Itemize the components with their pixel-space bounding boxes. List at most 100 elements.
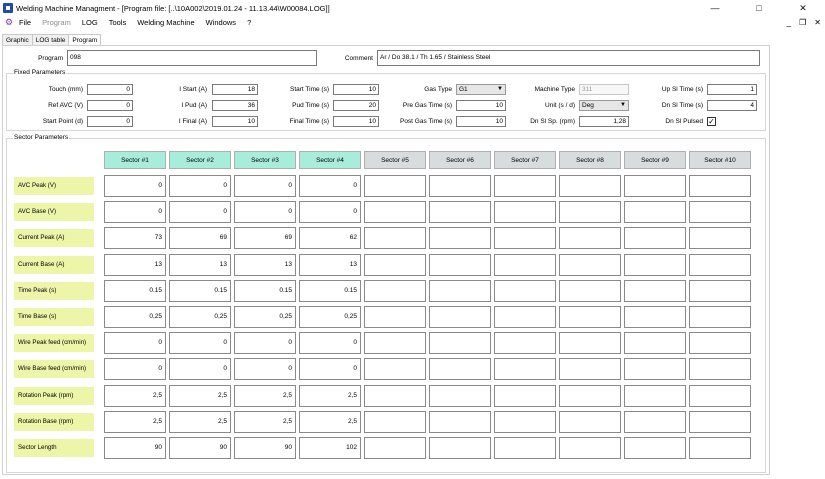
touch-field[interactable]: 0: [87, 84, 133, 95]
sector-cell[interactable]: 2,5: [104, 384, 166, 407]
sector-cell[interactable]: 73: [104, 227, 166, 250]
menu-tools[interactable]: Tools: [109, 18, 127, 27]
sector-cell[interactable]: [689, 227, 751, 250]
sector-cell[interactable]: [624, 358, 686, 381]
sector-cell[interactable]: [364, 279, 426, 302]
sector-cell[interactable]: 0.15: [169, 279, 231, 302]
tab-program[interactable]: Program: [68, 34, 102, 45]
sector-cell[interactable]: 0: [234, 332, 296, 355]
sector-cell[interactable]: [364, 332, 426, 355]
sector-cell[interactable]: [494, 201, 556, 224]
sector-cell[interactable]: [429, 306, 491, 328]
sector-cell[interactable]: [624, 410, 686, 433]
sector-cell[interactable]: 2,5: [169, 384, 231, 407]
sector-cell[interactable]: 0: [104, 201, 166, 224]
sector-cell[interactable]: 0.15: [299, 279, 361, 302]
comment-field[interactable]: Ar / Do 38.1 / Th 1.65 / Stainless Steel: [377, 50, 760, 66]
sector-cell[interactable]: 0.15: [234, 279, 296, 302]
sector-cell[interactable]: 0,25: [104, 306, 166, 328]
sector-cell[interactable]: [624, 306, 686, 328]
sector-cell[interactable]: [689, 410, 751, 433]
tab-graphic[interactable]: Graphic: [2, 34, 33, 45]
start-time-field[interactable]: 10: [333, 84, 379, 95]
up-sl-time-field[interactable]: 1: [707, 84, 757, 95]
menu-help[interactable]: ?: [247, 18, 251, 27]
sector-cell[interactable]: 2,5: [234, 384, 296, 407]
sector-cell[interactable]: 0: [299, 175, 361, 197]
sector-cell[interactable]: 0.15: [104, 279, 166, 302]
sector-cell[interactable]: [429, 437, 491, 459]
sector-cell[interactable]: [494, 358, 556, 381]
sector-cell[interactable]: [624, 253, 686, 276]
sector-cell[interactable]: 2,5: [234, 410, 296, 433]
post-gas-time-field[interactable]: 10: [456, 116, 506, 127]
sector-cell[interactable]: 0: [169, 175, 231, 197]
sector-cell[interactable]: [689, 175, 751, 197]
sector-cell[interactable]: [364, 358, 426, 381]
sector-cell[interactable]: [429, 410, 491, 433]
sector-cell[interactable]: 0: [169, 358, 231, 381]
sector-cell[interactable]: 90: [104, 437, 166, 459]
sector-cell[interactable]: 13: [234, 253, 296, 276]
sector-cell[interactable]: 69: [234, 227, 296, 250]
i-final-field[interactable]: 10: [212, 116, 258, 127]
sector-cell[interactable]: [624, 384, 686, 407]
sector-cell[interactable]: 0: [299, 358, 361, 381]
maximize-button[interactable]: □: [737, 0, 781, 16]
sector-cell[interactable]: [689, 253, 751, 276]
sector-cell[interactable]: 0: [104, 358, 166, 381]
sector-cell[interactable]: [494, 332, 556, 355]
sector-cell[interactable]: [559, 201, 621, 224]
close-button[interactable]: ✕: [781, 0, 825, 16]
sector-cell[interactable]: [559, 384, 621, 407]
menu-welding-machine[interactable]: Welding Machine: [137, 18, 194, 27]
i-pud-field[interactable]: 36: [212, 100, 258, 111]
pre-gas-time-field[interactable]: 10: [456, 100, 506, 111]
sector-cell[interactable]: [559, 332, 621, 355]
sector-cell[interactable]: [364, 437, 426, 459]
sector-cell[interactable]: [624, 201, 686, 224]
minimize-button[interactable]: —: [693, 0, 737, 16]
sector-cell[interactable]: 0,25: [169, 306, 231, 328]
sector-cell[interactable]: [494, 384, 556, 407]
dn-sl-time-field[interactable]: 4: [707, 100, 757, 111]
pud-time-field[interactable]: 20: [333, 100, 379, 111]
sector-cell[interactable]: [559, 437, 621, 459]
sector-cell[interactable]: 2,5: [104, 410, 166, 433]
sector-cell[interactable]: [559, 227, 621, 250]
sector-cell[interactable]: [689, 384, 751, 407]
i-start-field[interactable]: 18: [212, 84, 258, 95]
sector-cell[interactable]: [429, 253, 491, 276]
sector-cell[interactable]: [559, 410, 621, 433]
sector-cell[interactable]: [689, 332, 751, 355]
menu-file[interactable]: File: [19, 18, 31, 27]
sector-cell[interactable]: [559, 175, 621, 197]
sector-cell[interactable]: [364, 410, 426, 433]
sector-cell[interactable]: [624, 227, 686, 250]
sector-cell[interactable]: 13: [299, 253, 361, 276]
ref-avc-field[interactable]: 0: [87, 100, 133, 111]
sector-cell[interactable]: [689, 358, 751, 381]
sector-cell[interactable]: [494, 410, 556, 433]
sector-cell[interactable]: [689, 279, 751, 302]
sector-cell[interactable]: 90: [234, 437, 296, 459]
sector-cell[interactable]: [494, 253, 556, 276]
sector-cell[interactable]: [364, 201, 426, 224]
sector-cell[interactable]: [689, 201, 751, 224]
mdi-restore-button[interactable]: ❐: [799, 18, 806, 27]
sector-cell[interactable]: [559, 358, 621, 381]
sector-cell[interactable]: 62: [299, 227, 361, 250]
program-field[interactable]: 098: [67, 50, 317, 66]
gas-type-select[interactable]: G1 ▼: [456, 84, 506, 95]
sector-cell[interactable]: [559, 279, 621, 302]
sector-cell[interactable]: [429, 358, 491, 381]
sector-cell[interactable]: [429, 279, 491, 302]
sector-cell[interactable]: [364, 227, 426, 250]
sector-cell[interactable]: 0: [234, 175, 296, 197]
sector-cell[interactable]: [364, 175, 426, 197]
sector-cell[interactable]: [494, 306, 556, 328]
start-point-field[interactable]: 0: [87, 116, 133, 127]
dn-sl-pulsed-checkbox[interactable]: ✓: [707, 117, 716, 126]
unit-select[interactable]: Deg ▼: [579, 100, 629, 111]
sector-cell[interactable]: [494, 227, 556, 250]
